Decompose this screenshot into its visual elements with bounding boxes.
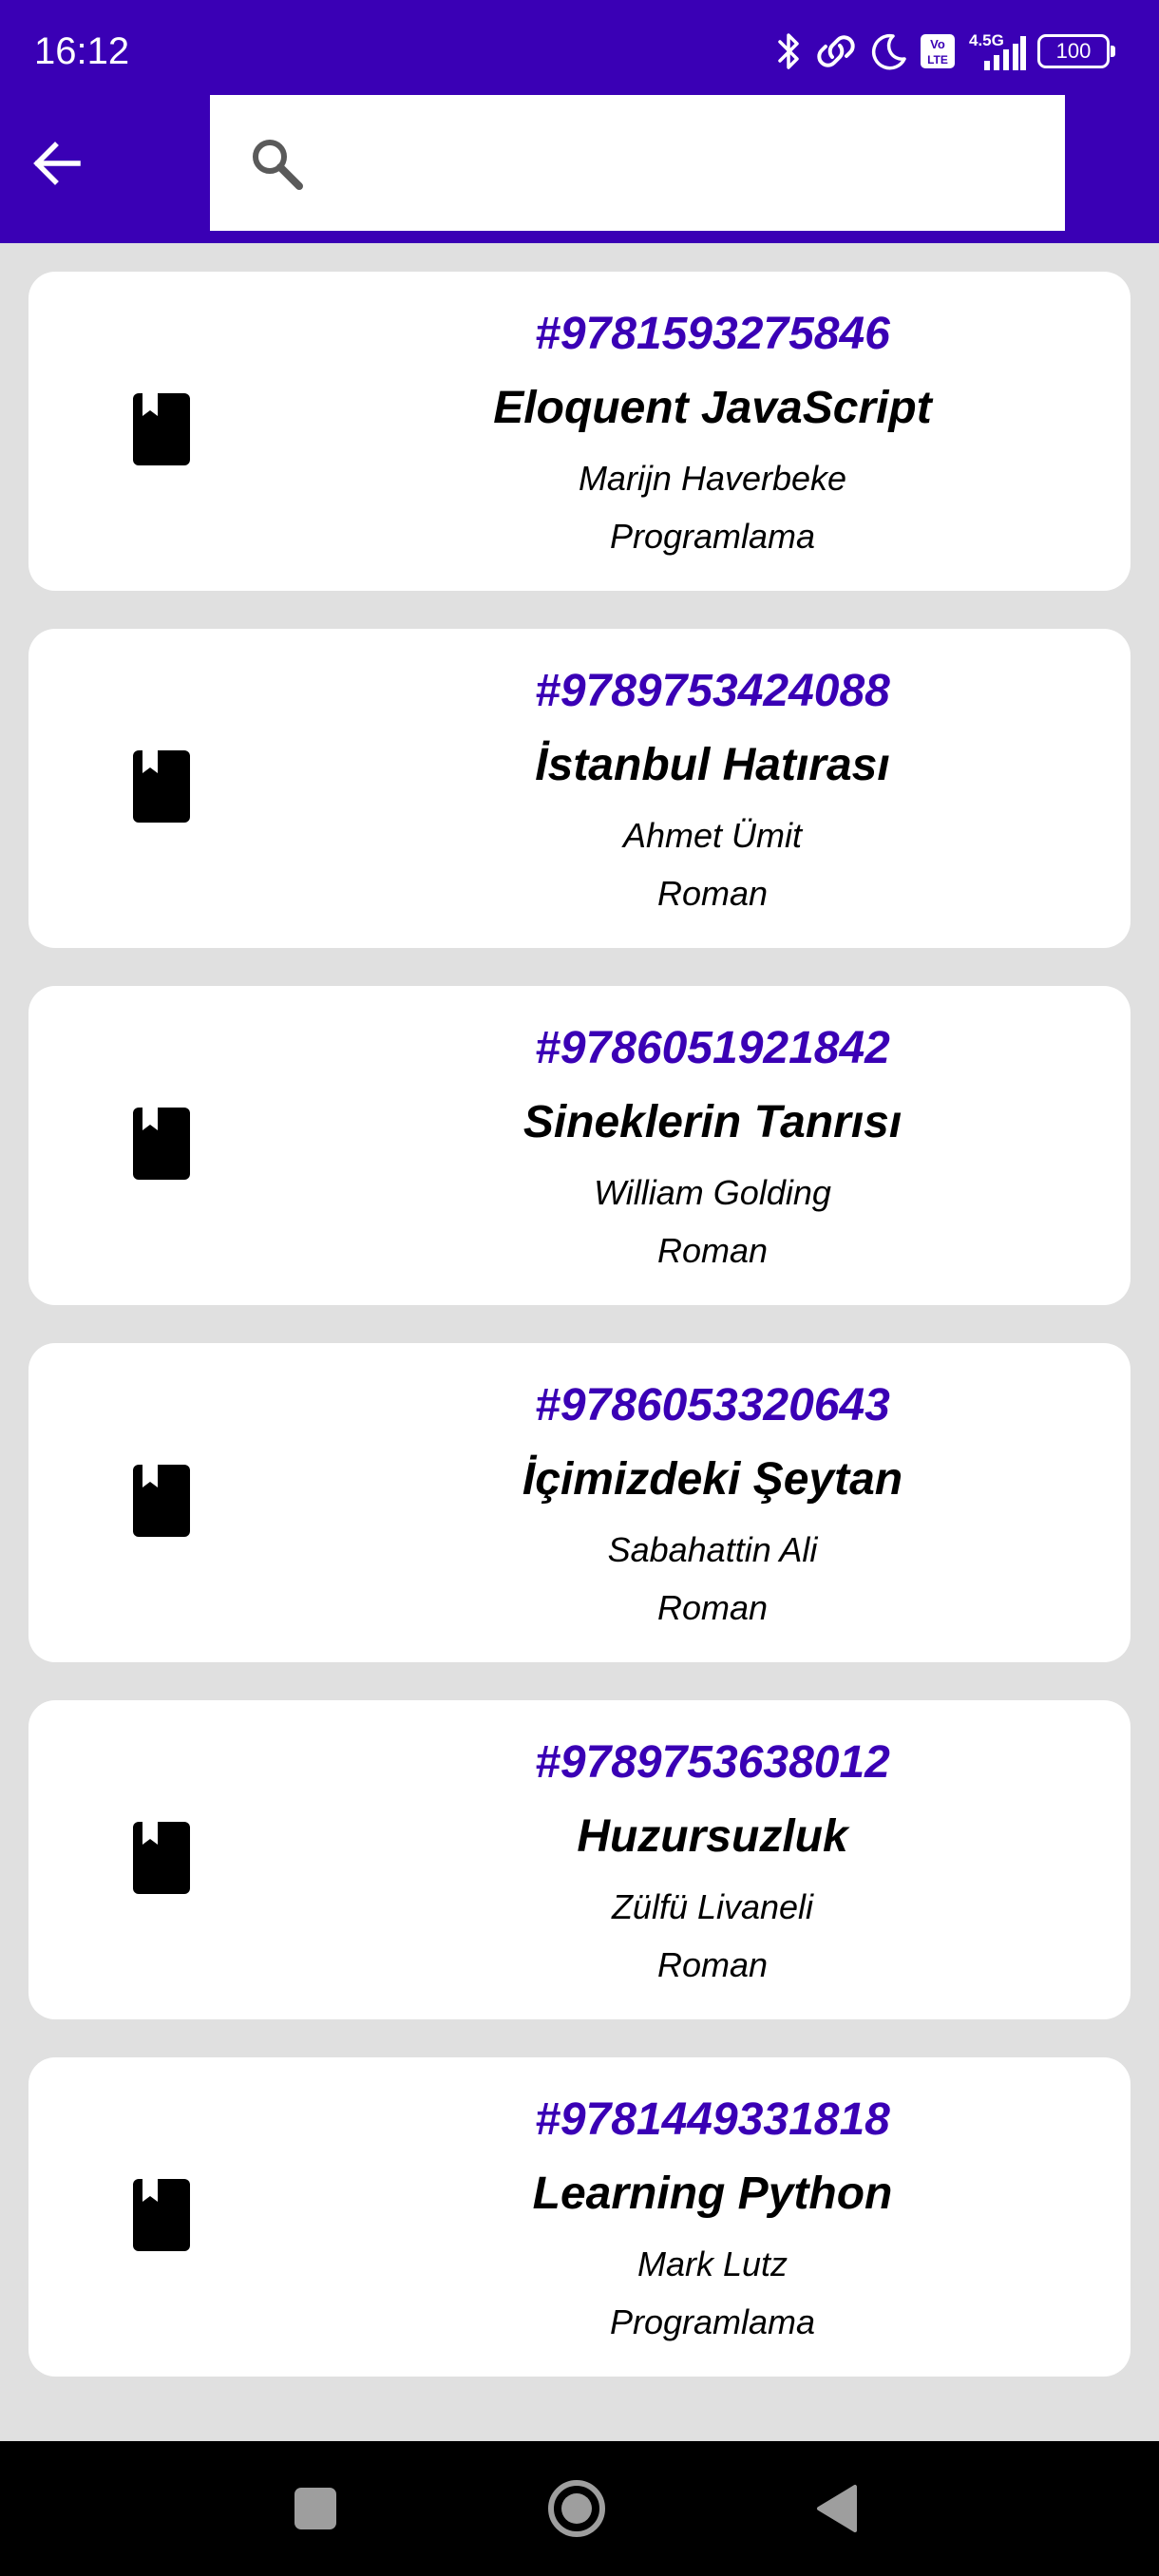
svg-text:4.5G: 4.5G: [969, 31, 1004, 49]
volte-icon: Vo LTE: [921, 34, 955, 68]
book-author: Marijn Haverbeke: [578, 459, 847, 498]
search-bar[interactable]: [210, 95, 1065, 231]
book-title: İçimizdeki Şeytan: [522, 1454, 903, 1505]
search-input[interactable]: [324, 123, 1050, 204]
system-nav-bar: [0, 2441, 1159, 2576]
book-title: Eloquent JavaScript: [493, 383, 932, 433]
book-author: William Golding: [594, 1173, 831, 1212]
book-author: Ahmet Ümit: [622, 816, 803, 855]
book-category: Roman: [656, 1231, 769, 1270]
battery-icon: 100: [1037, 34, 1115, 68]
book-author: Mark Lutz: [636, 2245, 788, 2283]
book-category: Roman: [656, 1588, 769, 1627]
book-title: Learning Python: [532, 2169, 893, 2219]
bluetooth-icon: [778, 33, 799, 69]
book-isbn: #9781593275846: [535, 309, 890, 359]
book-card[interactable]: #9789753638012 Huzursuzluk Zülfü Livanel…: [28, 1700, 1130, 2019]
book-icon: [133, 750, 190, 823]
book-isbn: #9789753638012: [535, 1737, 890, 1788]
home-button[interactable]: [520, 2441, 634, 2576]
book-card[interactable]: #9781449331818 Learning Python Mark Lutz…: [28, 2057, 1130, 2377]
book-category: Roman: [656, 1945, 769, 1984]
book-isbn: #9786053320643: [535, 1380, 890, 1430]
recents-square-icon: [294, 2488, 336, 2529]
status-icons: Vo LTE 4.5G 100: [777, 25, 1115, 78]
book-card[interactable]: #9781593275846 Eloquent JavaScript Marij…: [28, 272, 1130, 591]
home-circle-icon: [548, 2480, 605, 2537]
book-title: İstanbul Hatırası: [535, 740, 890, 790]
link-icon: [817, 35, 855, 67]
book-icon: [133, 1822, 190, 1894]
book-card[interactable]: #9786051921842 Sineklerin Tanrısı Willia…: [28, 986, 1130, 1305]
book-card[interactable]: #9789753424088 İstanbul Hatırası Ahmet Ü…: [28, 629, 1130, 948]
book-icon: [133, 393, 190, 465]
book-author: Sabahattin Ali: [607, 1530, 818, 1569]
signal-4.5g-icon: 4.5G: [969, 31, 1026, 70]
book-list: #9781593275846 Eloquent JavaScript Marij…: [28, 272, 1130, 2415]
book-author: Zülfü Livaneli: [611, 1887, 814, 1926]
recents-button[interactable]: [258, 2441, 372, 2576]
book-category: Programlama: [609, 517, 816, 556]
search-icon: [253, 140, 303, 190]
book-title: Sineklerin Tanrısı: [522, 1097, 902, 1147]
book-icon: [133, 2179, 190, 2251]
app-bar: 16:12 Vo LTE 4.5G 100: [0, 0, 1159, 243]
arrow-back-icon: [33, 142, 81, 185]
book-icon: [133, 1108, 190, 1180]
book-title: Huzursuzluk: [577, 1811, 848, 1862]
svg-text:LTE: LTE: [927, 53, 948, 66]
book-card[interactable]: #9786053320643 İçimizdeki Şeytan Sabahat…: [28, 1343, 1130, 1662]
system-back-button[interactable]: [779, 2441, 893, 2576]
svg-text:Vo: Vo: [930, 37, 945, 51]
book-category: Roman: [656, 874, 769, 913]
book-isbn: #9786051921842: [535, 1023, 890, 1073]
book-isbn: #9781449331818: [535, 2094, 890, 2145]
book-isbn: #9789753424088: [535, 666, 890, 716]
moon-icon: [871, 33, 906, 70]
status-time: 16:12: [34, 30, 130, 72]
back-button[interactable]: [19, 125, 95, 201]
book-category: Programlama: [609, 2302, 816, 2341]
back-triangle-icon: [817, 2485, 857, 2532]
book-icon: [133, 1465, 190, 1537]
